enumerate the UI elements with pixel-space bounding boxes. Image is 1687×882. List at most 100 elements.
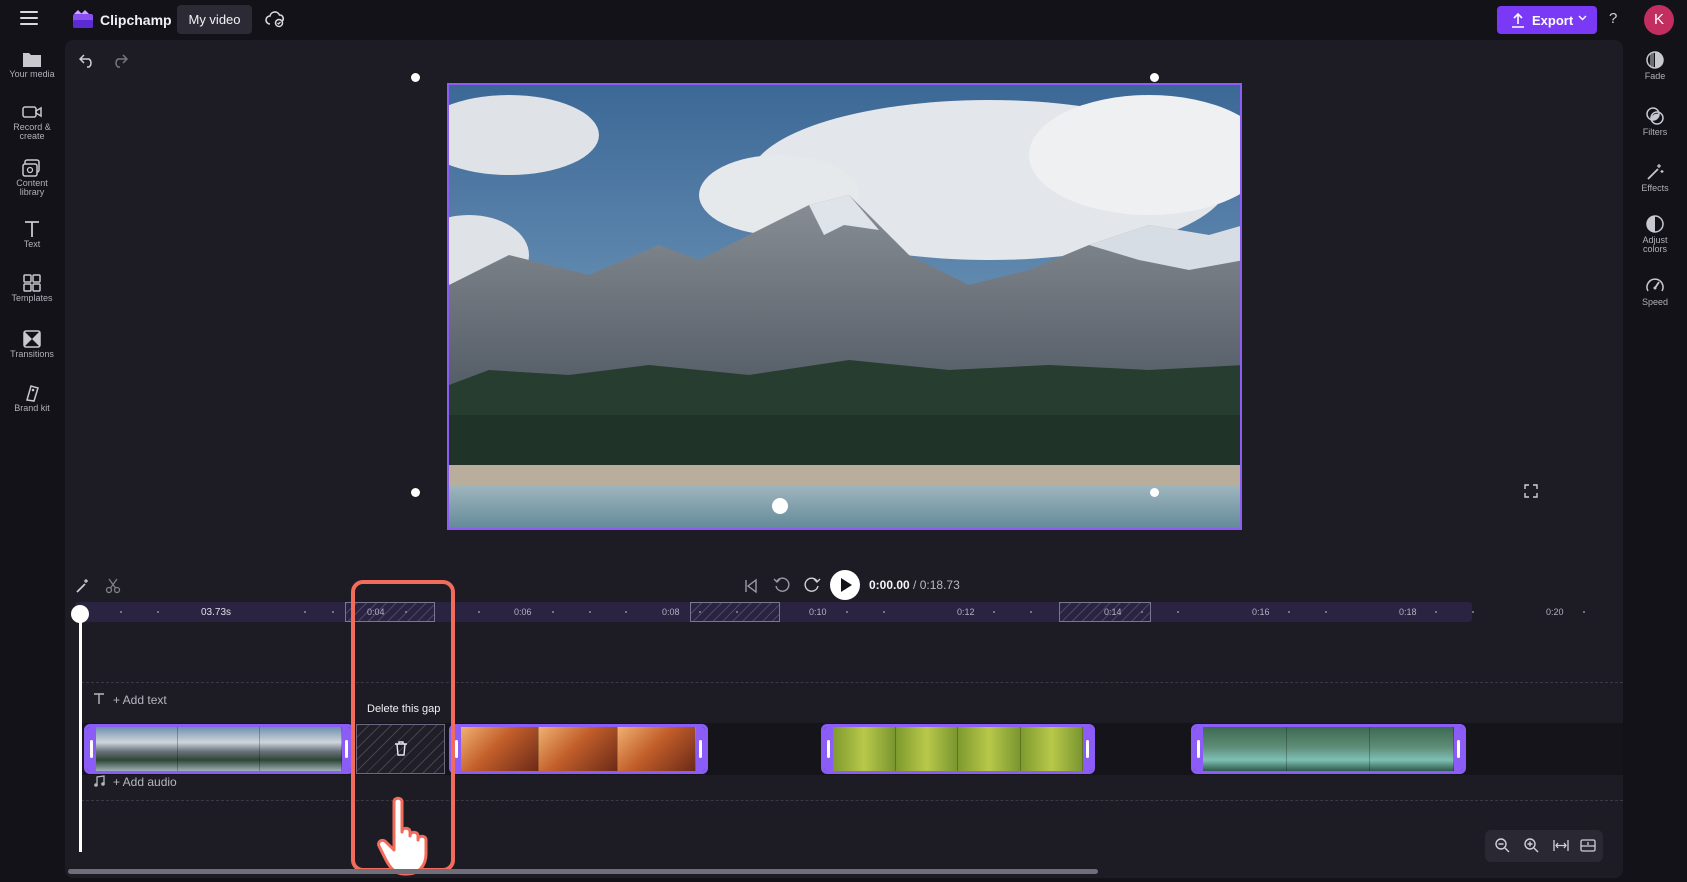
export-button[interactable]: Export <box>1497 6 1597 34</box>
zoom-in-icon[interactable] <box>1524 838 1539 853</box>
top-bar: Clipchamp My video Export ? K <box>0 0 1687 40</box>
play-button[interactable] <box>830 570 860 600</box>
avatar[interactable]: K <box>1644 5 1674 35</box>
help-button[interactable]: ? <box>1609 10 1617 27</box>
video-clip[interactable] <box>1191 724 1466 774</box>
sidebar-item-text[interactable]: Text <box>0 220 64 249</box>
trim-handle-right[interactable] <box>1454 727 1463 771</box>
sidebar-item-templates[interactable]: Templates <box>0 274 64 303</box>
sidebar-label: Content library <box>16 178 48 197</box>
playhead-time-label: 03.73s <box>201 607 232 618</box>
mountain-landscape-image <box>449 85 1240 528</box>
time-separator: / <box>909 578 920 592</box>
sidebar-item-record-create[interactable]: Record & create <box>0 103 64 141</box>
ruler-tick: 0:16 <box>1252 607 1270 617</box>
zoom-controls <box>1485 830 1603 862</box>
total-time: 0:18.73 <box>919 578 960 592</box>
templates-icon <box>23 274 41 292</box>
play-icon <box>841 578 852 592</box>
playhead[interactable] <box>79 612 82 852</box>
track-divider <box>81 682 1623 683</box>
scissors-icon[interactable] <box>105 578 121 594</box>
ruler-tick: 0:14 <box>1104 607 1122 617</box>
add-audio-button[interactable]: + Add audio <box>93 775 177 789</box>
redo-icon[interactable] <box>112 52 128 68</box>
menu-icon[interactable] <box>20 11 38 29</box>
sidebar-label: Brand kit <box>14 403 50 413</box>
sidebar-label: Record & create <box>13 122 51 141</box>
sidebar-label: Your media <box>9 69 55 79</box>
sidebar-item-your-media[interactable]: Your media <box>0 50 64 79</box>
sidebar-label: Adjust colors <box>1642 235 1668 254</box>
resize-handle[interactable] <box>1150 488 1159 497</box>
ruler-tick: 0:18 <box>1399 607 1417 617</box>
expand-timeline-icon[interactable] <box>1580 838 1596 853</box>
folder-icon <box>23 53 41 67</box>
add-text-button[interactable]: + Add text <box>93 693 167 707</box>
trim-handle-left[interactable] <box>824 727 833 771</box>
ruler-tick: 0:10 <box>809 607 827 617</box>
trim-handle-right[interactable] <box>1083 727 1092 771</box>
timeline-scrollbar[interactable] <box>68 869 1098 874</box>
clip-thumbnails <box>96 727 342 771</box>
project-title[interactable]: My video <box>177 5 252 34</box>
resize-handle[interactable] <box>1150 73 1159 82</box>
trim-handle-left[interactable] <box>1194 727 1203 771</box>
sidebar-label: Transitions <box>10 349 54 359</box>
sidebar-item-content-library[interactable]: Content library <box>0 159 64 197</box>
filters-icon <box>1646 107 1664 125</box>
sidebar-label: Templates <box>11 293 53 303</box>
clip-thumbnails <box>461 727 696 771</box>
clip-thumbnails <box>833 727 1083 771</box>
sidebar-label: Filters <box>1642 127 1668 137</box>
sidebar-item-effects[interactable]: Effects <box>1623 162 1687 193</box>
sidebar-label: Effects <box>1641 183 1669 193</box>
sidebar-item-speed[interactable]: Speed <box>1623 276 1687 307</box>
sidebar-label: Fade <box>1644 71 1666 81</box>
ruler-tick: 0:12 <box>957 607 975 617</box>
forward-5s-icon[interactable] <box>803 576 821 594</box>
adjust-colors-icon <box>1646 215 1664 233</box>
video-clip[interactable] <box>821 724 1095 774</box>
fade-icon <box>1646 51 1664 69</box>
rewind-5s-icon[interactable] <box>773 576 791 594</box>
sidebar-item-filters[interactable]: Filters <box>1623 106 1687 137</box>
clip-thumbnails <box>1203 727 1455 771</box>
sidebar-item-fade[interactable]: Fade <box>1623 50 1687 81</box>
sidebar-item-brand-kit[interactable]: Brand kit <box>0 384 64 413</box>
add-text-label: + Add text <box>113 693 167 707</box>
ruler-tick: 0:06 <box>514 607 532 617</box>
skip-back-icon[interactable] <box>743 578 759 594</box>
chevron-down-icon <box>1578 15 1587 21</box>
trim-handle-left[interactable] <box>87 727 96 771</box>
speed-icon <box>1646 278 1664 292</box>
trim-handle-right[interactable] <box>696 727 705 771</box>
ruler-tick: 0:08 <box>662 607 680 617</box>
playhead-handle[interactable] <box>71 605 89 623</box>
resize-handle[interactable] <box>411 488 420 497</box>
rotate-handle-icon[interactable] <box>772 498 788 514</box>
gap-marker <box>690 602 780 622</box>
text-icon <box>94 693 104 704</box>
trim-handle-right[interactable] <box>342 727 351 771</box>
resize-handle[interactable] <box>411 73 420 82</box>
sidebar-item-adjust-colors[interactable]: Adjust colors <box>1623 214 1687 254</box>
ruler-tick: 0:20 <box>1546 607 1564 617</box>
brand-kit-icon <box>26 385 39 402</box>
video-clip[interactable] <box>84 724 354 774</box>
current-time: 0:00.00 <box>869 578 910 592</box>
undo-icon[interactable] <box>79 52 95 68</box>
fit-timeline-icon[interactable] <box>1553 838 1569 853</box>
music-note-icon <box>94 775 105 787</box>
pointer-hand-icon <box>377 796 428 876</box>
video-clip[interactable] <box>449 724 708 774</box>
magic-tool-icon[interactable] <box>75 578 91 594</box>
sidebar-item-transitions[interactable]: Transitions <box>0 330 64 359</box>
zoom-out-icon[interactable] <box>1495 838 1510 853</box>
video-preview[interactable] <box>447 83 1242 530</box>
content-library-icon <box>22 159 40 177</box>
cloud-sync-icon[interactable] <box>264 9 286 29</box>
fullscreen-icon[interactable] <box>1524 484 1538 498</box>
timeline-ruler[interactable]: 03.73s 0:04 0:06 0:08 0:10 0:12 0:14 0:1… <box>75 602 1613 622</box>
timecode: 0:00.00 / 0:18.73 <box>869 578 960 592</box>
